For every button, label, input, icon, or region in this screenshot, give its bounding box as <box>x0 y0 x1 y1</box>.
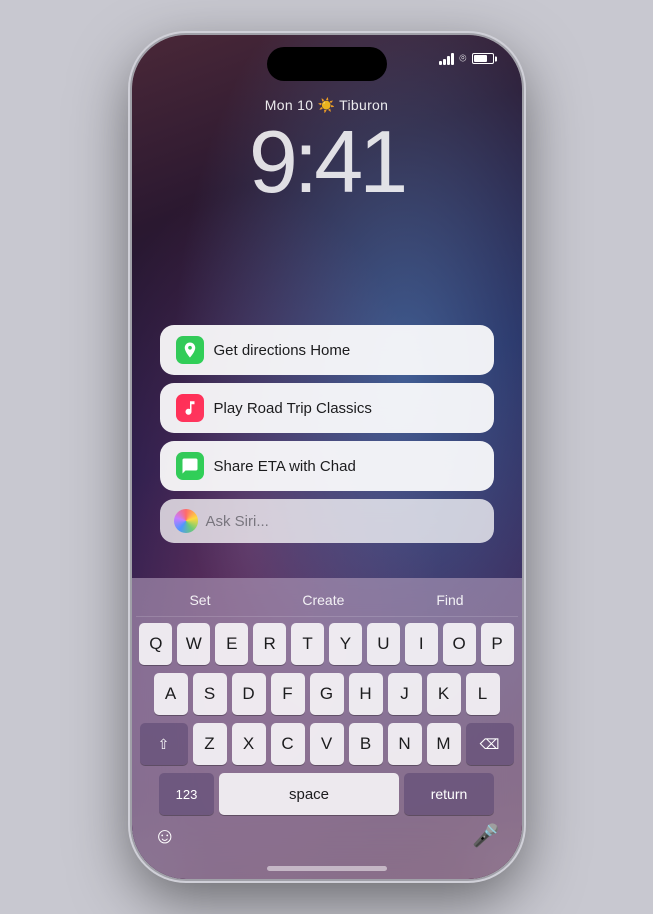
key-p[interactable]: P <box>481 623 514 665</box>
key-t[interactable]: T <box>291 623 324 665</box>
suggestion-directions[interactable]: Get directions Home <box>160 325 494 375</box>
kb-row-4: 123 space return <box>140 773 514 815</box>
key-l[interactable]: L <box>466 673 500 715</box>
home-indicator <box>267 866 387 871</box>
key-r[interactable]: R <box>253 623 286 665</box>
key-f[interactable]: F <box>271 673 305 715</box>
time-display: 9:41 <box>132 118 522 206</box>
key-v[interactable]: V <box>310 723 344 765</box>
key-j[interactable]: J <box>388 673 422 715</box>
key-i[interactable]: I <box>405 623 438 665</box>
maps-icon <box>176 336 204 364</box>
music-icon <box>176 394 204 422</box>
messages-icon <box>176 452 204 480</box>
dynamic-island <box>267 47 387 81</box>
kb-suggestion-0[interactable]: Set <box>189 592 210 608</box>
kb-row-2: A S D F G H J K L <box>140 673 514 715</box>
key-e[interactable]: E <box>215 623 248 665</box>
key-w[interactable]: W <box>177 623 210 665</box>
key-g[interactable]: G <box>310 673 344 715</box>
key-o[interactable]: O <box>443 623 476 665</box>
kb-row-1: Q W E R T Y U I O P <box>140 623 514 665</box>
kb-row-3: ⇧ Z X C V B N M ⌫ <box>140 723 514 765</box>
wifi-icon: ⌾ <box>459 51 466 66</box>
key-y[interactable]: Y <box>329 623 362 665</box>
key-x[interactable]: X <box>232 723 266 765</box>
keyboard-area: Set Create Find Q W E R T Y U I O P A S <box>132 578 522 879</box>
key-c[interactable]: C <box>271 723 305 765</box>
battery-icon <box>472 53 494 64</box>
key-space[interactable]: space <box>219 773 399 815</box>
suggestion-music[interactable]: Play Road Trip Classics <box>160 383 494 433</box>
date-label: Mon 10 <box>265 97 314 113</box>
key-a[interactable]: A <box>154 673 188 715</box>
kb-suggestion-2[interactable]: Find <box>436 592 463 608</box>
key-q[interactable]: Q <box>139 623 172 665</box>
suggestion-messages-text: Share ETA with Chad <box>214 458 356 475</box>
siri-input[interactable]: Ask Siri... <box>160 499 494 543</box>
keyboard-suggestions-row: Set Create Find <box>136 586 518 617</box>
location-label: Tiburon <box>339 97 388 113</box>
weather-icon: ☀️ <box>317 97 339 113</box>
key-b[interactable]: B <box>349 723 383 765</box>
key-n[interactable]: N <box>388 723 422 765</box>
key-h[interactable]: H <box>349 673 383 715</box>
suggestion-music-text: Play Road Trip Classics <box>214 400 372 417</box>
key-z[interactable]: Z <box>193 723 227 765</box>
siri-orb-icon <box>174 509 198 533</box>
key-backspace[interactable]: ⌫ <box>466 723 514 765</box>
key-u[interactable]: U <box>367 623 400 665</box>
phone-frame: ⌾ Mon 10 ☀️ Tiburon 9:41 Get directions … <box>132 35 522 879</box>
key-s[interactable]: S <box>193 673 227 715</box>
key-123[interactable]: 123 <box>159 773 214 815</box>
mic-icon[interactable]: 🎤 <box>460 823 511 849</box>
key-shift[interactable]: ⇧ <box>140 723 188 765</box>
key-m[interactable]: M <box>427 723 461 765</box>
kb-bottom-row: ☺ 🎤 <box>136 823 518 849</box>
status-right: ⌾ <box>439 51 493 66</box>
key-k[interactable]: K <box>427 673 461 715</box>
suggestion-directions-text: Get directions Home <box>214 342 351 359</box>
kb-suggestion-1[interactable]: Create <box>302 592 344 608</box>
signal-bars-icon <box>439 53 454 65</box>
suggestion-messages[interactable]: Share ETA with Chad <box>160 441 494 491</box>
key-d[interactable]: D <box>232 673 266 715</box>
siri-placeholder: Ask Siri... <box>206 513 269 530</box>
clock-area: Mon 10 ☀️ Tiburon 9:41 <box>132 97 522 206</box>
suggestions-area: Get directions Home Play Road Trip Class… <box>160 325 494 543</box>
emoji-icon[interactable]: ☺ <box>142 823 188 849</box>
key-return[interactable]: return <box>404 773 494 815</box>
keyboard-keys: Q W E R T Y U I O P A S D F G H J K <box>136 623 518 815</box>
